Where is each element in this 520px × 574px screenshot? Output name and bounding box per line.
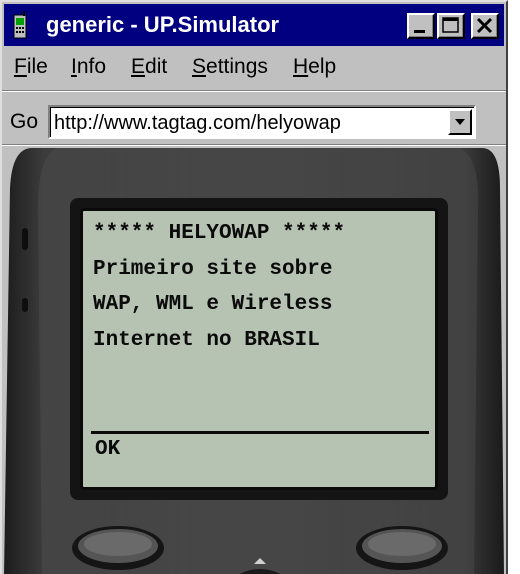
phone-screen[interactable]: ***** HELYOWAP ***** Primeiro site sobre… xyxy=(80,208,438,490)
chevron-down-icon xyxy=(455,119,465,125)
window-title: generic - UP.Simulator xyxy=(46,12,280,37)
toolbar-separator xyxy=(2,144,506,146)
maximize-icon xyxy=(442,17,459,33)
menu-help[interactable]: Help xyxy=(293,54,336,80)
menu-settings[interactable]: Settings xyxy=(192,54,268,80)
close-button[interactable] xyxy=(471,13,499,39)
right-soft-button[interactable] xyxy=(356,522,448,568)
menu-separator xyxy=(2,90,506,92)
maximize-button[interactable] xyxy=(437,13,465,39)
phone-simulator: ***** HELYOWAP ***** Primeiro site sobre… xyxy=(4,148,506,574)
title-bar[interactable]: generic - UP.Simulator xyxy=(4,4,504,46)
close-icon xyxy=(476,17,493,34)
screen-line: Primeiro site sobre xyxy=(93,258,333,281)
go-label: Go xyxy=(10,110,39,133)
menu-bar: File Info Edit Settings Help xyxy=(4,48,504,88)
softkey-divider xyxy=(91,431,429,434)
minimize-button[interactable] xyxy=(407,13,435,39)
minimize-icon xyxy=(414,30,425,33)
screen-line: WAP, WML e Wireless xyxy=(93,293,333,316)
address-combobox[interactable] xyxy=(48,105,476,139)
simulator-window: generic - UP.Simulator File Info Edit Se… xyxy=(0,0,508,574)
screen-line: ***** HELYOWAP ***** xyxy=(93,222,346,245)
url-input[interactable] xyxy=(54,110,444,136)
menu-info[interactable]: Info xyxy=(71,54,106,80)
page-background xyxy=(508,0,520,574)
left-soft-button[interactable] xyxy=(72,522,164,568)
screen-line: Internet no BRASIL xyxy=(93,329,320,352)
menu-file[interactable]: File xyxy=(14,54,48,80)
menu-edit[interactable]: Edit xyxy=(131,54,167,80)
phone-icon[interactable] xyxy=(12,11,28,39)
url-dropdown-button[interactable] xyxy=(448,109,472,135)
softkey-ok-label[interactable]: OK xyxy=(95,437,120,463)
